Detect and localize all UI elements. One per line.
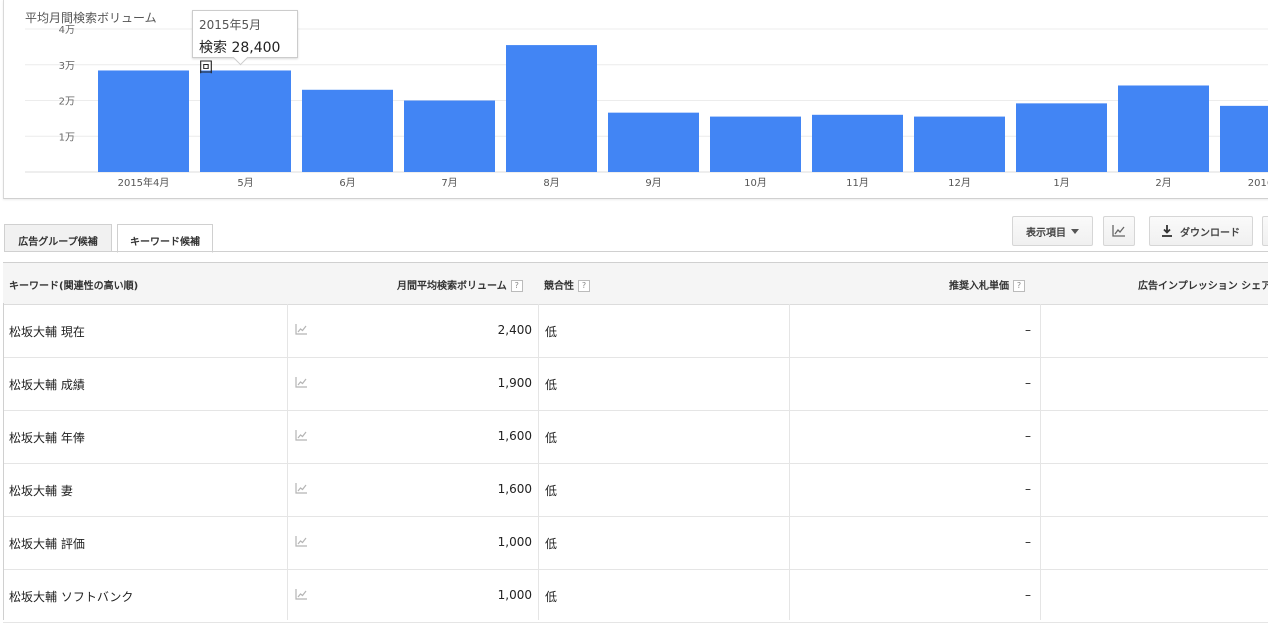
header-competition[interactable]: 競合性? xyxy=(544,277,590,292)
trend-chart-icon[interactable] xyxy=(295,430,308,444)
header-keyword[interactable]: キーワード(関連性の高い順) xyxy=(9,277,138,292)
header-bid-label: 推奨入札単価 xyxy=(949,281,1009,292)
x-tick-label: 5月 xyxy=(237,177,253,189)
x-tick-label: 8月 xyxy=(543,177,559,189)
bar[interactable] xyxy=(200,70,291,172)
trend-chart-icon[interactable] xyxy=(295,589,308,603)
trend-chart-icon[interactable] xyxy=(295,536,308,550)
keyword-table: キーワード(関連性の高い順) 月間平均検索ボリューム? 競合性? 推奨入札単価?… xyxy=(3,262,1268,623)
x-tick-label: 9月 xyxy=(645,177,661,189)
header-bid[interactable]: 推奨入札単価? xyxy=(949,277,1025,292)
chart-toggle-button[interactable] xyxy=(1103,216,1135,246)
x-tick-label: 1月 xyxy=(1053,177,1069,189)
keyword-cell: 松坂大輔 成績 xyxy=(9,378,85,392)
y-tick-label: 1万 xyxy=(59,132,75,143)
keyword-cell: 松坂大輔 評価 xyxy=(9,537,85,551)
competition-cell: 低 xyxy=(545,378,558,392)
y-tick-label: 3万 xyxy=(59,61,75,72)
x-tick-label: 12月 xyxy=(948,177,971,189)
bar[interactable] xyxy=(302,89,393,172)
trend-chart-icon xyxy=(1112,225,1125,237)
volume-cell: 1,600 xyxy=(497,482,532,496)
bar[interactable] xyxy=(404,100,495,173)
bid-cell: – xyxy=(1025,535,1031,549)
bid-cell: – xyxy=(1025,429,1031,443)
help-icon[interactable]: ? xyxy=(578,280,590,292)
header-impression-share[interactable]: 広告インプレッション シェア xyxy=(1138,277,1268,292)
table-row: 松坂大輔 評価 1,000 低 – xyxy=(3,517,1268,570)
header-volume-label: 月間平均検索ボリューム xyxy=(397,281,507,292)
y-tick-label: 2万 xyxy=(59,97,75,108)
x-tick-label: 2月 xyxy=(1155,177,1171,189)
bar[interactable] xyxy=(1118,85,1209,172)
table-left-border xyxy=(3,303,4,620)
columns-button[interactable]: 表示項目 xyxy=(1012,216,1093,246)
x-tick-label: 7月 xyxy=(441,177,457,189)
header-volume[interactable]: 月間平均検索ボリューム? xyxy=(397,277,523,292)
keyword-cell: 松坂大輔 現在 xyxy=(9,325,85,339)
tabs-divider xyxy=(4,251,1268,252)
trend-chart-icon[interactable] xyxy=(295,483,308,497)
bar[interactable] xyxy=(506,45,597,172)
download-button-label: ダウンロード xyxy=(1180,227,1240,239)
column-divider xyxy=(1040,304,1041,620)
competition-cell: 低 xyxy=(545,484,558,498)
competition-cell: 低 xyxy=(545,325,558,339)
x-tick-label: 6月 xyxy=(339,177,355,189)
x-tick-label: 10月 xyxy=(744,177,767,189)
bar[interactable] xyxy=(710,116,801,172)
volume-cell: 1,900 xyxy=(497,376,532,390)
bid-cell: – xyxy=(1025,376,1031,390)
table-row: 松坂大輔 成績 1,900 低 – xyxy=(3,358,1268,411)
table-header: キーワード(関連性の高い順) 月間平均検索ボリューム? 競合性? 推奨入札単価?… xyxy=(3,262,1268,305)
trend-chart-icon[interactable] xyxy=(295,377,308,391)
download-icon xyxy=(1162,225,1172,237)
bid-cell: – xyxy=(1025,323,1031,337)
tab-ad-group-ideas[interactable]: 広告グループ候補 xyxy=(4,224,112,252)
chart-tooltip: 2015年5月 検索 28,400 回 xyxy=(192,10,298,76)
more-button[interactable] xyxy=(1262,216,1268,246)
y-tick-label: 4万 xyxy=(59,25,75,36)
x-tick-label: 11月 xyxy=(846,177,869,189)
bar[interactable] xyxy=(914,116,1005,172)
bar[interactable] xyxy=(812,114,903,172)
table-row: 松坂大輔 現在 2,400 低 – xyxy=(3,305,1268,358)
trend-chart-icon[interactable] xyxy=(295,324,308,338)
keyword-cell: 松坂大輔 年俸 xyxy=(9,431,85,445)
columns-button-label: 表示項目 xyxy=(1026,227,1066,239)
table-row: 松坂大輔 年俸 1,600 低 – xyxy=(3,411,1268,464)
competition-cell: 低 xyxy=(545,431,558,445)
competition-cell: 低 xyxy=(545,537,558,551)
bar[interactable] xyxy=(1016,103,1107,172)
volume-cell: 2,400 xyxy=(497,323,532,337)
search-volume-chart: 1万 2万 3万 4万 2015年4月 5月 6月 7月 8月 9月 10月 11月 12月 1月 2月 20… xyxy=(3,0,1268,199)
bar[interactable] xyxy=(98,70,189,172)
table-row: 松坂大輔 ソフトバンク 1,000 低 – xyxy=(3,570,1268,623)
help-icon[interactable]: ? xyxy=(510,280,523,292)
tooltip-month: 2015年5月 xyxy=(199,18,262,32)
keyword-cell: 松坂大輔 ソフトバンク xyxy=(9,590,134,604)
x-tick-label: 2016年 xyxy=(1248,176,1268,189)
download-button[interactable]: ダウンロード xyxy=(1149,216,1253,246)
column-divider xyxy=(538,304,539,620)
bar[interactable] xyxy=(608,112,699,172)
chart-title: 平均月間検索ボリューム xyxy=(25,11,157,25)
bid-cell: – xyxy=(1025,482,1031,496)
bar[interactable] xyxy=(1220,105,1268,172)
column-divider xyxy=(287,304,288,620)
help-icon[interactable]: ? xyxy=(1013,280,1025,292)
caret-down-icon xyxy=(1071,228,1079,234)
table-row: 松坂大輔 妻 1,600 低 – xyxy=(3,464,1268,517)
keyword-cell: 松坂大輔 妻 xyxy=(9,484,73,498)
x-tick-label: 2015年4月 xyxy=(118,176,170,189)
tab-keyword-ideas[interactable]: キーワード候補 xyxy=(117,224,213,253)
header-competition-label: 競合性 xyxy=(544,281,574,292)
column-divider xyxy=(789,304,790,620)
competition-cell: 低 xyxy=(545,590,558,604)
volume-cell: 1,000 xyxy=(497,588,532,602)
bid-cell: – xyxy=(1025,588,1031,602)
volume-cell: 1,000 xyxy=(497,535,532,549)
volume-cell: 1,600 xyxy=(497,429,532,443)
